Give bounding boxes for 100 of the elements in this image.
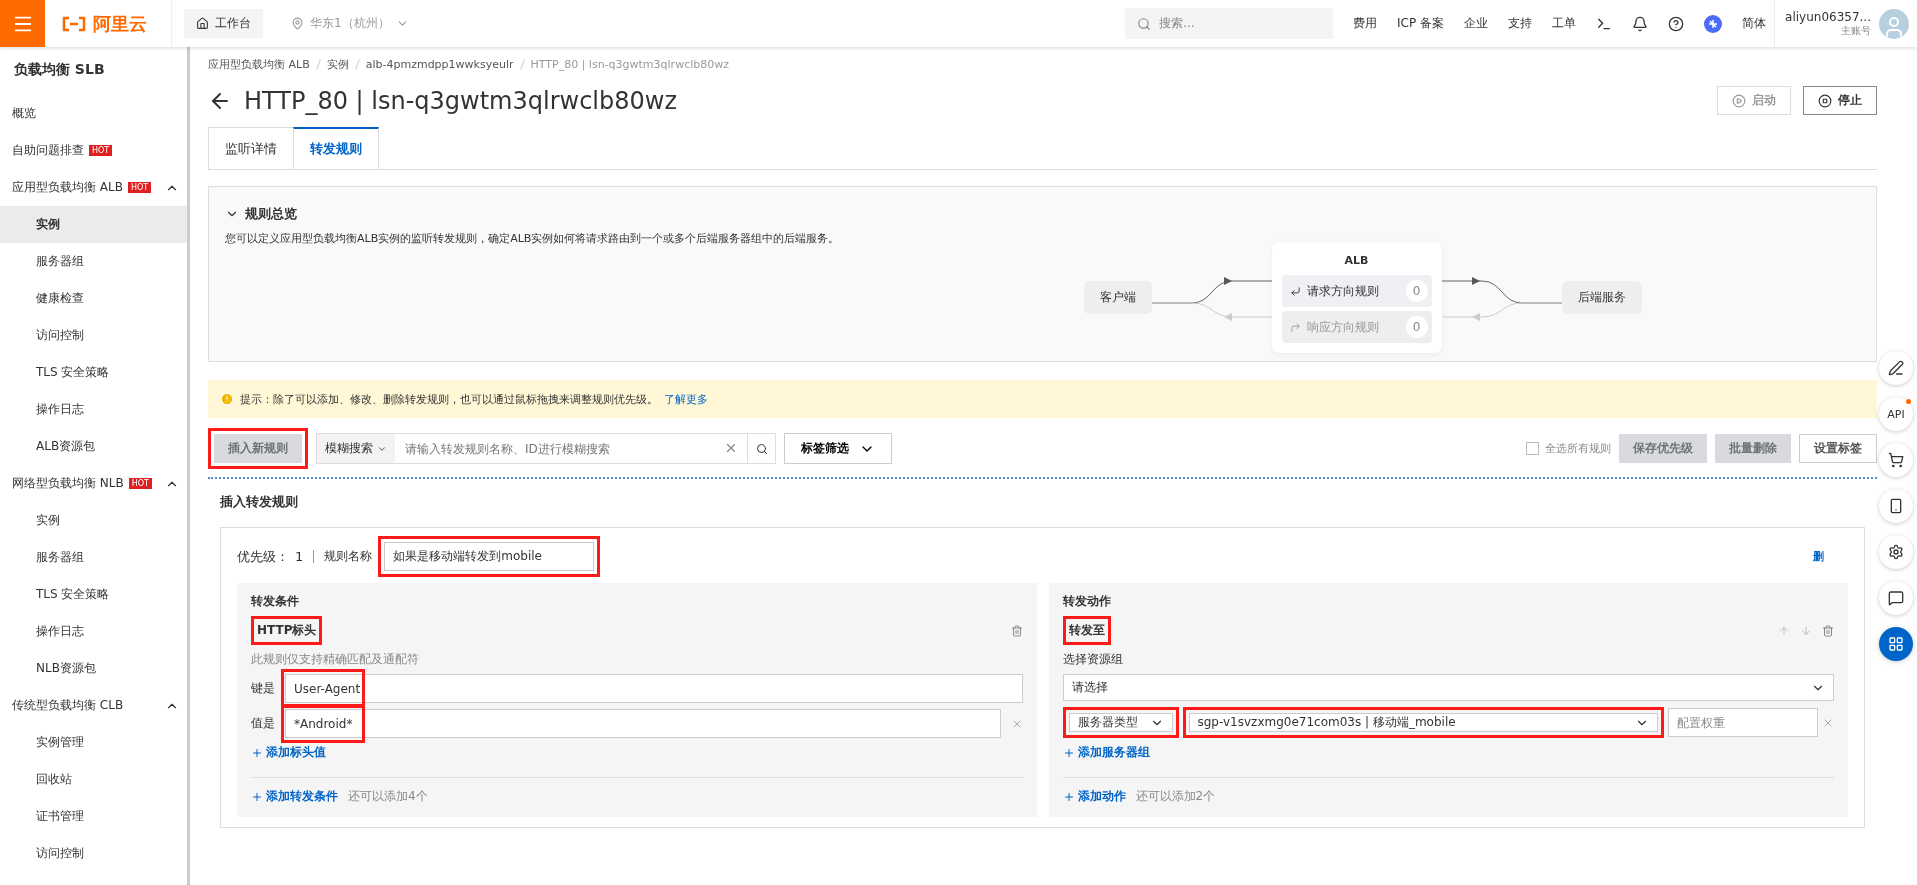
bell-icon[interactable] bbox=[1632, 15, 1649, 32]
priority-label: 优先级： bbox=[237, 547, 289, 566]
help-icon[interactable] bbox=[1668, 15, 1685, 32]
grid-icon bbox=[1888, 636, 1904, 652]
apps-button[interactable] bbox=[1879, 627, 1913, 661]
api-button[interactable]: API bbox=[1879, 397, 1913, 431]
sidebar-item[interactable]: 实例 bbox=[0, 206, 187, 243]
phone-icon bbox=[1888, 498, 1904, 514]
plus-icon bbox=[251, 746, 263, 759]
sidebar-item[interactable]: 服务器组 bbox=[0, 539, 187, 576]
tab[interactable]: 转发规则 bbox=[293, 127, 379, 169]
stop-icon bbox=[1818, 93, 1832, 108]
nav-link[interactable]: 费用 bbox=[1353, 15, 1378, 32]
add-action-link[interactable]: 添加动作 bbox=[1062, 788, 1126, 805]
description: 您可以定义应用型负载均衡ALB实例的监听转发规则，确定ALB实例如何将请求路由到一个或多个后端服务器组中的后端服务。 bbox=[225, 231, 840, 246]
sidebar-item[interactable]: 操作日志 bbox=[0, 613, 187, 650]
sidebar-item[interactable]: 证书管理 bbox=[0, 798, 187, 835]
nav-link[interactable]: 企业 bbox=[1464, 15, 1489, 32]
account-role: 主账号 bbox=[1841, 24, 1871, 38]
weight-field[interactable]: 配置权重 bbox=[1668, 708, 1818, 737]
delete-icon[interactable] bbox=[1010, 624, 1023, 637]
arrow-icon bbox=[1289, 321, 1301, 333]
breadcrumb-link[interactable]: 实例 bbox=[326, 57, 349, 72]
sidebar-item[interactable]: 健康检查 bbox=[0, 280, 187, 317]
plus-icon bbox=[1062, 790, 1075, 803]
sidebar-item[interactable]: 传统型负载均衡 CLB bbox=[0, 687, 187, 724]
sidebar-title: 负载均衡 SLB bbox=[13, 60, 106, 79]
workbench-button[interactable]: 工作台 bbox=[184, 9, 263, 38]
plus-icon bbox=[1062, 746, 1075, 759]
cart-button[interactable] bbox=[1879, 443, 1913, 477]
key-field[interactable]: User-Agent bbox=[285, 674, 1023, 703]
sidebar-item[interactable]: NLB资源包 bbox=[0, 650, 187, 687]
panel-title: 转发动作 bbox=[1062, 593, 1112, 610]
panel-title: 规则总览 bbox=[245, 205, 297, 223]
sidebar-item[interactable]: 服务器组 bbox=[0, 243, 187, 280]
select-all-checkbox[interactable]: 全选所有规则 bbox=[1526, 441, 1611, 456]
client-node: 客户端 bbox=[1083, 281, 1152, 314]
settings-button[interactable] bbox=[1879, 535, 1913, 569]
field-label: 规则名称 bbox=[324, 548, 373, 565]
chat-button[interactable] bbox=[1879, 581, 1913, 615]
add-condition-link[interactable]: 添加转发条件 bbox=[251, 788, 338, 805]
nav-link[interactable]: 支持 bbox=[1508, 15, 1533, 32]
sidebar-item[interactable]: 概览 bbox=[0, 95, 187, 132]
sidebar-item[interactable]: TLS 安全策略 bbox=[0, 576, 187, 613]
sidebar-item[interactable]: 应用型负载均衡 ALB HOT bbox=[0, 169, 187, 206]
tip-text: 提示：除了可以添加、修改、删除转发规则，也可以通过鼠标拖拽来调整规则优先级。 bbox=[240, 391, 658, 407]
sidebar-item[interactable]: 访问控制 bbox=[0, 317, 187, 354]
alb-label: ALB bbox=[1344, 254, 1369, 267]
delete-icon[interactable] bbox=[1822, 624, 1834, 637]
remaining-text: 还可以添加4个 bbox=[348, 788, 428, 805]
logo-icon bbox=[61, 15, 87, 32]
nav-link[interactable]: 工单 bbox=[1552, 15, 1577, 32]
breadcrumb-link[interactable]: 应用型负载均衡 ALB bbox=[208, 57, 310, 72]
search-icon bbox=[1137, 16, 1152, 31]
hint-text: 此规则仅支持精确匹配及通配符 bbox=[251, 651, 420, 668]
server-type-select[interactable]: 服务器类型 bbox=[1068, 713, 1173, 732]
sidebar-item[interactable]: 操作日志 bbox=[0, 391, 187, 428]
add-header-value-link[interactable]: 添加标头值 bbox=[251, 744, 326, 761]
sidebar-item[interactable]: 网络型负载均衡 NLB HOT bbox=[0, 465, 187, 502]
sidebar-item[interactable]: TLS 安全策略 bbox=[0, 354, 187, 391]
plus-icon bbox=[251, 790, 263, 803]
menu-button[interactable] bbox=[0, 0, 45, 47]
sidebar-item[interactable]: ALB资源包 bbox=[0, 428, 187, 465]
warning-icon bbox=[220, 392, 234, 406]
nav-link[interactable]: ICP 备案 bbox=[1397, 15, 1445, 32]
phone-button[interactable] bbox=[1879, 489, 1913, 523]
hot-badge: HOT bbox=[128, 478, 152, 489]
sidebar-item[interactable]: 实例 bbox=[0, 502, 187, 539]
chat-icon bbox=[1888, 590, 1904, 606]
settings-icon bbox=[1888, 544, 1904, 560]
sidebar-item[interactable]: 自助问题排查 HOT bbox=[0, 132, 187, 169]
sidebar-item[interactable]: 回收站 bbox=[0, 761, 187, 798]
remaining-text: 还可以添加2个 bbox=[1135, 788, 1216, 805]
breadcrumb-link[interactable]: alb-4pmzmdpp1wwksyeulr bbox=[365, 58, 514, 71]
assistant-icon[interactable] bbox=[1704, 14, 1723, 33]
logo-text: 阿里云 bbox=[93, 11, 147, 36]
account-name[interactable]: aliyun06357... bbox=[1785, 9, 1871, 24]
search-button[interactable] bbox=[748, 433, 776, 464]
tag-filter-button[interactable]: 标签筛选 bbox=[784, 433, 892, 464]
learn-more-link[interactable]: 了解更多 bbox=[664, 391, 708, 407]
language-link[interactable]: 简体 bbox=[1742, 15, 1767, 32]
rule-direction-item[interactable]: 请求方向规则 0 bbox=[1281, 275, 1432, 307]
section-title: 插入转发规则 bbox=[220, 493, 299, 511]
rule-name-field[interactable]: 如果是移动端转发到mobile bbox=[384, 542, 595, 571]
toolbar-button[interactable]: 设置标签 bbox=[1799, 434, 1877, 463]
server-group-select[interactable]: sgp-v1svzxmg0e71com03s | 移动端_mobile bbox=[1188, 713, 1658, 732]
sidebar-item[interactable]: 访问控制 bbox=[0, 835, 187, 872]
stop-button[interactable]: 停止 bbox=[1803, 86, 1877, 115]
sidebar-item[interactable]: 实例管理 bbox=[0, 724, 187, 761]
hot-badge: HOT bbox=[89, 145, 113, 156]
value-field[interactable]: *Android* bbox=[285, 709, 1001, 738]
avatar bbox=[1879, 8, 1909, 39]
edit-button[interactable] bbox=[1879, 351, 1913, 385]
add-server-group-link[interactable]: 添加服务器组 bbox=[1062, 744, 1150, 761]
field-label: 选择资源组 bbox=[1062, 651, 1124, 668]
condition-type: HTTP标头 bbox=[257, 622, 317, 639]
delete-link[interactable]: 删 bbox=[1813, 549, 1824, 564]
resource-group-select[interactable]: 请选择 bbox=[1062, 674, 1834, 701]
arrow-icon bbox=[1289, 285, 1301, 297]
location-icon bbox=[291, 17, 304, 30]
